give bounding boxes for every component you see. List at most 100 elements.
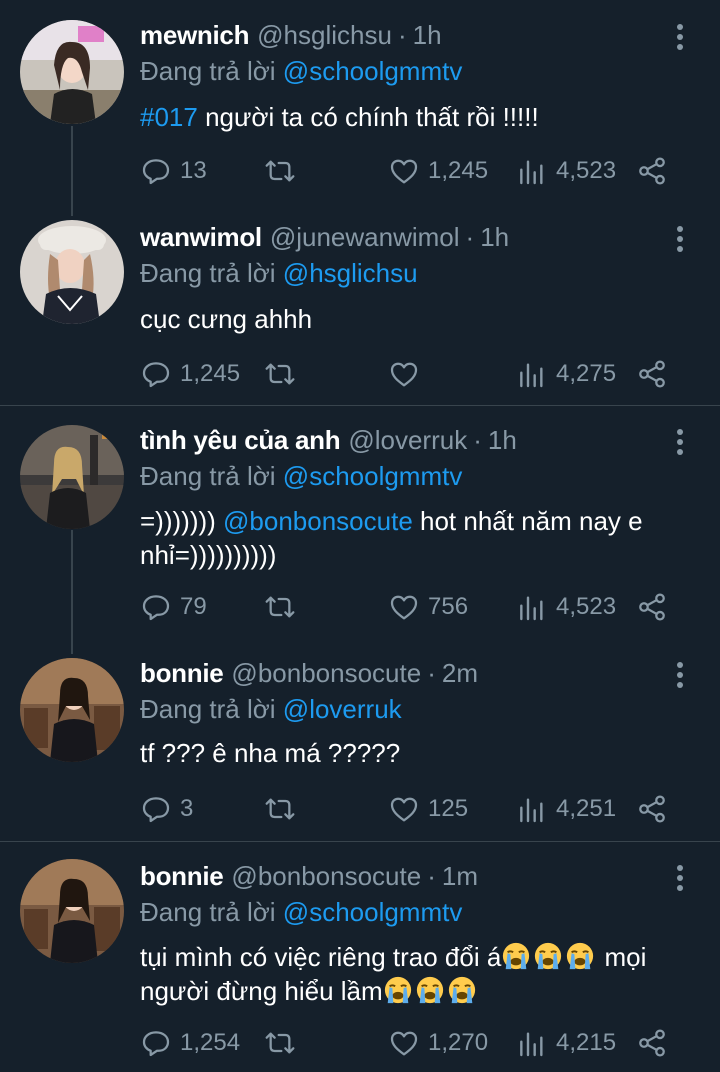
timestamp[interactable]: 1h [413,20,442,51]
reply-button[interactable]: 79 [140,587,207,627]
like-count: 756 [428,593,469,620]
reply-button[interactable]: 13 [140,151,207,191]
share-icon [639,795,665,823]
retweet-button[interactable] [264,151,296,191]
hashtag-link[interactable]: #017 [140,102,198,132]
views-button[interactable]: 4,275 [516,354,616,394]
mention-link[interactable]: @bonbonsocute [223,506,413,536]
tweet[interactable]: mewnich @hsglichsu · 1h Đang trả lời @sc… [0,0,720,216]
user-handle[interactable]: @hsglichsu [257,20,392,51]
views-count: 4,275 [556,360,617,387]
loudly-crying-face-emoji [448,976,475,1004]
avatar[interactable] [20,20,124,124]
retweet-button[interactable] [264,587,296,627]
user-handle[interactable]: @loverruk [348,425,467,456]
reply-context: Đang trả lời @schoolgmmtv [140,56,462,87]
loudly-crying-face-emoji [503,942,530,970]
share-button[interactable] [636,789,668,829]
action-bar: 79 756 4,523 [140,587,680,627]
timestamp[interactable]: 1m [442,861,478,892]
like-button[interactable] [388,354,428,394]
avatar[interactable] [20,220,124,324]
display-name[interactable]: mewnich [140,20,249,51]
like-icon [390,797,418,822]
share-icon [639,157,665,185]
retweet-button[interactable] [264,789,296,829]
reply-prefix: Đang trả lời [140,897,276,927]
reply-context: Đang trả lời @hsglichsu [140,258,418,289]
avatar[interactable] [20,859,124,963]
views-count: 4,215 [556,1029,617,1056]
views-button[interactable]: 4,251 [516,789,616,829]
share-button[interactable] [636,151,668,191]
like-button[interactable]: 125 [388,789,468,829]
avatar[interactable] [20,425,124,529]
user-handle[interactable]: @junewanwimol [270,222,460,253]
views-icon [520,798,543,823]
tweet[interactable]: bonnie @bonbonsocute · 2m Đang trả lời @… [0,638,720,841]
reply-mention[interactable]: @schoolgmmtv [283,56,463,86]
views-button[interactable]: 4,523 [516,151,616,191]
tweet-text: #017 người ta có chính thất rồi !!!!! [140,100,696,134]
reply-count: 1,245 [180,360,241,387]
user-handle[interactable]: @bonbonsocute [231,658,421,689]
more-icon[interactable] [670,20,690,54]
reply-mention[interactable]: @schoolgmmtv [283,461,463,491]
reply-mention[interactable]: @loverruk [283,694,402,724]
like-count: 125 [428,795,469,822]
retweet-button[interactable] [264,354,296,394]
timestamp[interactable]: 1h [488,425,517,456]
display-name[interactable]: tình yêu của anh [140,425,341,456]
tweet-header: tình yêu của anh @loverruk · 1h [140,425,660,459]
like-button[interactable]: 756 [388,587,468,627]
retweet-icon [265,596,295,618]
share-button[interactable] [636,354,668,394]
display-name[interactable]: bonnie [140,861,224,892]
reply-mention[interactable]: @hsglichsu [283,258,418,288]
views-icon [520,596,543,621]
tweet-text-content: tf ??? ê nha má ????? [140,738,401,768]
separator-dot: · [427,861,436,891]
display-name[interactable]: wanwimol [140,222,262,253]
tweet[interactable]: bonnie @bonbonsocute · 1m Đang trả lời @… [0,841,720,1072]
reply-button[interactable]: 1,245 [140,354,240,394]
reply-context: Đang trả lời @loverruk [140,694,402,725]
reply-button[interactable]: 3 [140,789,193,829]
loudly-crying-face-emoji [535,942,562,970]
like-icon [390,362,418,387]
share-button[interactable] [636,587,668,627]
views-count: 4,523 [556,157,617,184]
more-icon[interactable] [670,425,690,459]
user-handle[interactable]: @bonbonsocute [231,861,421,892]
share-button[interactable] [636,1023,668,1063]
reply-prefix: Đang trả lời [140,258,276,288]
timestamp[interactable]: 2m [442,658,478,689]
share-icon [639,593,665,621]
retweet-button[interactable] [264,1023,296,1063]
timestamp[interactable]: 1h [480,222,509,253]
views-button[interactable]: 4,523 [516,587,616,627]
like-icon [390,1031,418,1056]
loudly-crying-face-emoji [416,976,443,1004]
reply-context: Đang trả lời @schoolgmmtv [140,897,462,928]
display-name[interactable]: bonnie [140,658,224,689]
tweet-header: mewnich @hsglichsu · 1h [140,20,660,54]
like-button[interactable]: 1,270 [388,1023,488,1063]
tweet[interactable]: tình yêu của anh @loverruk · 1h Đang trả… [0,405,720,655]
reply-icon [142,159,170,185]
loudly-crying-face-emoji [384,976,411,1004]
views-icon [520,363,543,388]
reply-count: 13 [180,157,207,184]
more-icon[interactable] [670,861,690,895]
like-button[interactable]: 1,245 [388,151,488,191]
more-icon[interactable] [670,222,690,256]
tweet-header: bonnie @bonbonsocute · 1m [140,861,660,895]
reply-mention[interactable]: @schoolgmmtv [283,897,463,927]
reply-icon [142,1031,170,1057]
views-count: 4,251 [556,795,617,822]
more-icon[interactable] [670,658,690,692]
views-button[interactable]: 4,215 [516,1023,616,1063]
tweet[interactable]: wanwimol @junewanwimol · 1h Đang trả lời… [0,200,720,405]
avatar[interactable] [20,658,124,762]
reply-button[interactable]: 1,254 [140,1023,240,1063]
